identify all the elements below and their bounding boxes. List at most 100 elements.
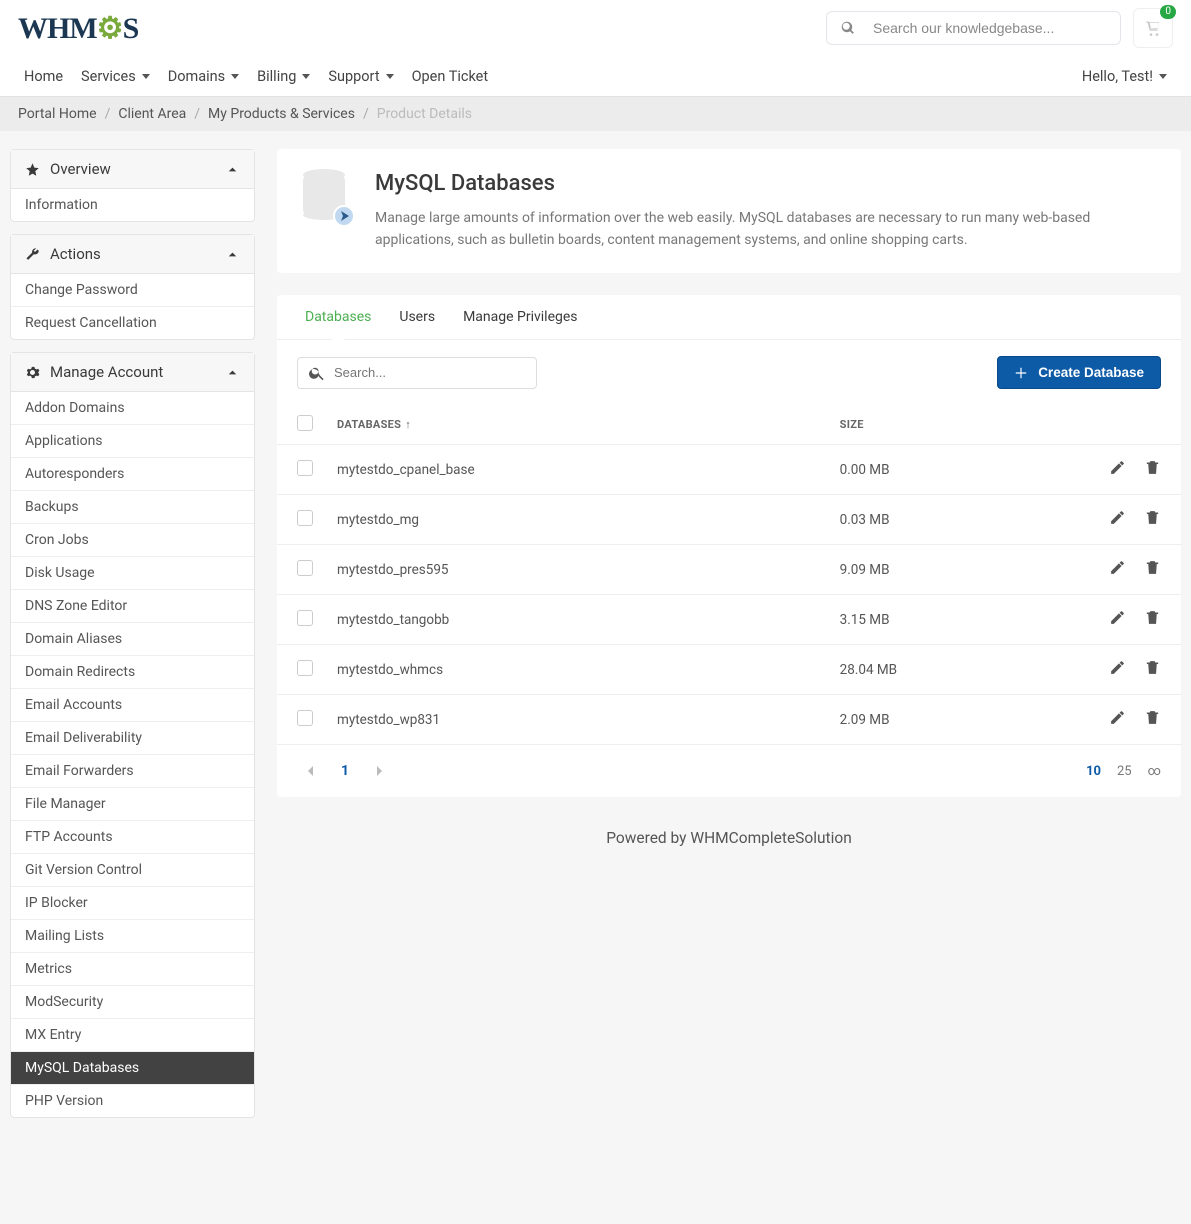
- sidebar-item-disk-usage[interactable]: Disk Usage: [11, 557, 254, 590]
- nav-billing[interactable]: Billing: [251, 60, 316, 93]
- sidebar-item-mailing-lists[interactable]: Mailing Lists: [11, 920, 254, 953]
- table-row: mytestdo_mg0.03 MB: [277, 495, 1181, 545]
- sidebar-item-email-forwarders[interactable]: Email Forwarders: [11, 755, 254, 788]
- sidebar-item-addon-domains[interactable]: Addon Domains: [11, 392, 254, 425]
- kb-search-input[interactable]: [873, 20, 1106, 36]
- star-icon: [25, 162, 40, 177]
- select-all-checkbox[interactable]: [297, 415, 313, 431]
- footer-text: Powered by WHMCompleteSolution: [277, 819, 1181, 877]
- page-size-25[interactable]: 25: [1117, 764, 1132, 779]
- sidebar-item-ftp-accounts[interactable]: FTP Accounts: [11, 821, 254, 854]
- page-prev[interactable]: [297, 757, 325, 785]
- row-checkbox[interactable]: [297, 560, 313, 576]
- sidebar-item-domain-redirects[interactable]: Domain Redirects: [11, 656, 254, 689]
- table-row: mytestdo_pres5959.09 MB: [277, 545, 1181, 595]
- tab-users[interactable]: Users: [385, 295, 449, 339]
- column-size[interactable]: Size: [828, 405, 1081, 445]
- sidebar-item-modsecurity[interactable]: ModSecurity: [11, 986, 254, 1019]
- sidebar-item-change-password[interactable]: Change Password: [11, 274, 254, 307]
- sidebar-item-ip-blocker[interactable]: IP Blocker: [11, 887, 254, 920]
- db-name: mytestdo_cpanel_base: [325, 445, 828, 495]
- db-name: mytestdo_tangobb: [325, 595, 828, 645]
- db-tabs: DatabasesUsersManage Privileges: [277, 295, 1181, 340]
- sidebar-item-backups[interactable]: Backups: [11, 491, 254, 524]
- nav-domains[interactable]: Domains: [162, 60, 245, 93]
- db-search[interactable]: [297, 357, 537, 389]
- manage-header[interactable]: Manage Account: [11, 353, 254, 392]
- tab-manage-privileges[interactable]: Manage Privileges: [449, 295, 591, 339]
- row-checkbox[interactable]: [297, 660, 313, 676]
- sidebar-item-domain-aliases[interactable]: Domain Aliases: [11, 623, 254, 656]
- table-row: mytestdo_cpanel_base0.00 MB: [277, 445, 1181, 495]
- sidebar-item-metrics[interactable]: Metrics: [11, 953, 254, 986]
- row-checkbox[interactable]: [297, 610, 313, 626]
- tab-databases[interactable]: Databases: [291, 295, 385, 339]
- db-name: mytestdo_wp831: [325, 695, 828, 745]
- nav-services[interactable]: Services: [75, 60, 156, 93]
- delete-icon[interactable]: [1144, 659, 1161, 680]
- delete-icon[interactable]: [1144, 559, 1161, 580]
- delete-icon[interactable]: [1144, 509, 1161, 530]
- cart-button[interactable]: 0: [1133, 8, 1173, 48]
- edit-icon[interactable]: [1109, 709, 1126, 730]
- database-icon: [303, 175, 353, 225]
- search-icon: [841, 21, 855, 35]
- actions-header[interactable]: Actions: [11, 235, 254, 274]
- row-checkbox[interactable]: [297, 710, 313, 726]
- edit-icon[interactable]: [1109, 509, 1126, 530]
- sidebar-item-php-version[interactable]: PHP Version: [11, 1085, 254, 1117]
- search-icon: [308, 364, 326, 382]
- edit-icon[interactable]: [1109, 559, 1126, 580]
- sidebar-actions: Actions Change PasswordRequest Cancellat…: [10, 234, 255, 340]
- breadcrumb-portal-home[interactable]: Portal Home: [18, 106, 97, 122]
- sidebar-item-cron-jobs[interactable]: Cron Jobs: [11, 524, 254, 557]
- delete-icon[interactable]: [1144, 609, 1161, 630]
- sidebar-item-mysql-databases[interactable]: MySQL Databases: [11, 1052, 254, 1085]
- edit-icon[interactable]: [1109, 659, 1126, 680]
- sidebar-item-email-accounts[interactable]: Email Accounts: [11, 689, 254, 722]
- page-1[interactable]: 1: [331, 757, 359, 785]
- sidebar-item-information[interactable]: Information: [11, 189, 254, 221]
- sidebar-item-email-deliverability[interactable]: Email Deliverability: [11, 722, 254, 755]
- nav-support[interactable]: Support: [322, 60, 399, 93]
- edit-icon[interactable]: [1109, 609, 1126, 630]
- breadcrumb-product-details: Product Details: [377, 106, 472, 122]
- cart-count-badge: 0: [1160, 5, 1176, 19]
- column-databases[interactable]: Databases↑: [325, 405, 828, 445]
- sidebar-item-mx-entry[interactable]: MX Entry: [11, 1019, 254, 1052]
- overview-header[interactable]: Overview: [11, 150, 254, 189]
- logo[interactable]: WHM⚙S: [18, 11, 138, 46]
- db-size: 28.04 MB: [828, 645, 1081, 695]
- nav-home[interactable]: Home: [18, 60, 69, 93]
- page-size-∞[interactable]: ∞: [1148, 764, 1161, 779]
- edit-icon[interactable]: [1109, 459, 1126, 480]
- nav-open-ticket[interactable]: Open Ticket: [406, 60, 495, 93]
- primary-nav: HomeServicesDomainsBillingSupportOpen Ti…: [18, 60, 494, 93]
- breadcrumb: Portal Home/Client Area/My Products & Se…: [0, 97, 1191, 131]
- page-title: MySQL Databases: [375, 171, 1155, 196]
- kb-search[interactable]: [826, 11, 1121, 45]
- sidebar-item-applications[interactable]: Applications: [11, 425, 254, 458]
- sidebar-item-git-version-control[interactable]: Git Version Control: [11, 854, 254, 887]
- sidebar-item-dns-zone-editor[interactable]: DNS Zone Editor: [11, 590, 254, 623]
- delete-icon[interactable]: [1144, 459, 1161, 480]
- user-menu[interactable]: Hello, Test!: [1076, 60, 1173, 93]
- sidebar-item-autoresponders[interactable]: Autoresponders: [11, 458, 254, 491]
- row-checkbox[interactable]: [297, 510, 313, 526]
- page-size-10[interactable]: 10: [1086, 764, 1101, 779]
- db-size: 3.15 MB: [828, 595, 1081, 645]
- create-database-button[interactable]: Create Database: [997, 356, 1161, 389]
- table-row: mytestdo_tangobb3.15 MB: [277, 595, 1181, 645]
- sort-asc-icon: ↑: [405, 418, 411, 431]
- db-name: mytestdo_whmcs: [325, 645, 828, 695]
- wrench-icon: [25, 247, 40, 262]
- sidebar-item-file-manager[interactable]: File Manager: [11, 788, 254, 821]
- page-next[interactable]: [365, 757, 393, 785]
- db-search-input[interactable]: [334, 365, 526, 380]
- breadcrumb-client-area[interactable]: Client Area: [118, 106, 186, 122]
- row-checkbox[interactable]: [297, 460, 313, 476]
- breadcrumb-my-products-services[interactable]: My Products & Services: [208, 106, 355, 122]
- delete-icon[interactable]: [1144, 709, 1161, 730]
- table-row: mytestdo_whmcs28.04 MB: [277, 645, 1181, 695]
- sidebar-item-request-cancellation[interactable]: Request Cancellation: [11, 307, 254, 339]
